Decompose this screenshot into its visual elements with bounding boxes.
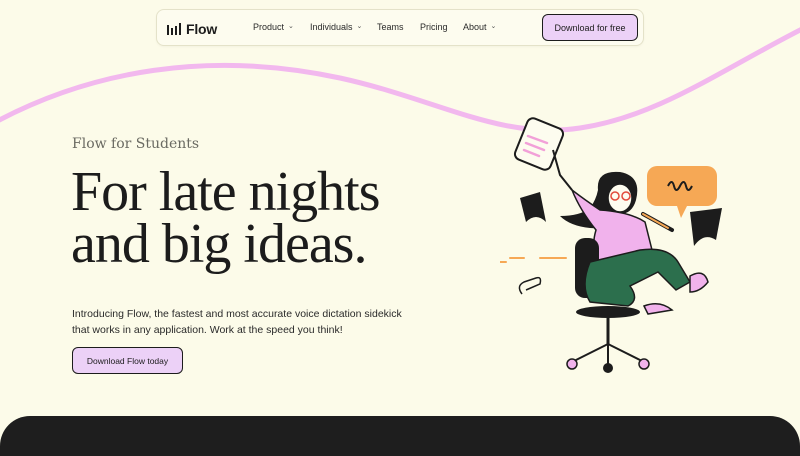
nav-link-individuals[interactable]: Individuals ⌄ (310, 22, 362, 32)
nav-link-about[interactable]: About ⌄ (463, 22, 496, 32)
next-section-dark-band (0, 416, 800, 456)
nav-link-label: Pricing (420, 22, 448, 32)
nav-link-label: About (463, 22, 487, 32)
nav-link-label: Product (253, 22, 285, 32)
brand-logo[interactable]: Flow (167, 21, 217, 37)
chevron-down-icon: ⌄ (356, 23, 363, 30)
chevron-down-icon: ⌄ (490, 23, 497, 30)
hero-headline-line-2: and big ideas. (71, 213, 367, 275)
hero-headline-line-1: For late nights (71, 161, 381, 223)
download-for-free-button[interactable]: Download for free (542, 14, 638, 41)
student-on-office-chair-illustration (500, 117, 722, 373)
nav-link-label: Teams (377, 22, 404, 32)
nav-link-pricing[interactable]: Pricing (420, 22, 448, 32)
nav-link-product[interactable]: Product ⌄ (253, 22, 294, 32)
audio-bars-icon (167, 23, 181, 35)
hero-eyebrow: Flow for Students (72, 136, 200, 152)
brand-name: Flow (186, 21, 218, 37)
nav-link-label: Individuals (310, 22, 353, 32)
hero-headline: For late nights and big ideas. (71, 161, 381, 275)
hero-intro-text: Introducing Flow, the fastest and most a… (72, 308, 402, 336)
top-navbar: Flow Product ⌄ Individuals ⌄ Teams Prici… (156, 9, 644, 46)
chevron-down-icon: ⌄ (288, 23, 294, 30)
nav-link-teams[interactable]: Teams (377, 22, 404, 32)
download-flow-today-button[interactable]: Download Flow today (72, 347, 183, 374)
